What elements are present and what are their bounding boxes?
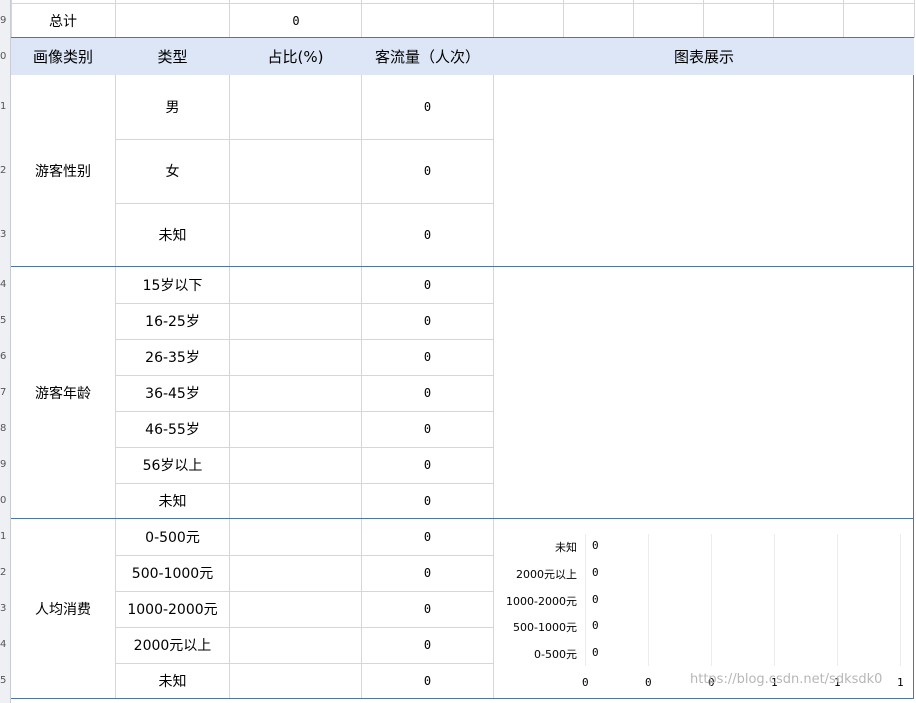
chart-axis-tick: 0 <box>645 676 652 689</box>
row-number[interactable]: 3 <box>0 229 10 241</box>
group-name: 人均消费 <box>35 601 91 618</box>
chart-category-label: 500-1000元 <box>513 621 577 634</box>
row-traffic[interactable]: 0 <box>362 627 493 663</box>
row-traffic[interactable]: 0 <box>362 663 493 699</box>
header-category: 画像类别 <box>32 48 93 66</box>
row-number[interactable]: 2 <box>0 567 10 579</box>
row-traffic[interactable]: 0 <box>362 75 493 139</box>
row-type: 500-1000元 <box>131 566 214 582</box>
grid-line <box>493 267 494 518</box>
row-type: 36-45岁 <box>145 386 200 402</box>
grid-line <box>703 0 704 38</box>
grid-line <box>633 0 634 38</box>
row-traffic[interactable]: 0 <box>362 339 493 375</box>
row-traffic[interactable]: 0 <box>362 267 493 303</box>
row-type: 2000元以上 <box>133 638 212 654</box>
row-number[interactable]: 1 <box>0 531 10 543</box>
row-type: 16-25岁 <box>145 314 200 330</box>
chart-value-label: 0 <box>592 593 599 606</box>
chart-gridline <box>837 534 838 666</box>
row-number[interactable]: 2 <box>0 165 10 177</box>
row-number[interactable]: 0 <box>0 495 10 507</box>
row-number[interactable]: 3 <box>0 603 10 615</box>
row-type: 未知 <box>158 228 187 244</box>
row-type: 未知 <box>158 494 187 510</box>
group-name: 游客年龄 <box>35 385 91 402</box>
row-type: 46-55岁 <box>145 422 200 438</box>
row-type: 56岁以上 <box>142 458 203 474</box>
chart-category-label: 未知 <box>555 541 577 554</box>
row-traffic[interactable]: 0 <box>362 447 493 483</box>
row-number[interactable]: 7 <box>0 387 10 399</box>
total-label: 总计 <box>49 14 77 30</box>
row-traffic[interactable]: 0 <box>362 375 493 411</box>
row-number[interactable]: 0 <box>0 51 10 63</box>
chart-category-label: 0-500元 <box>534 648 577 661</box>
row-number[interactable]: 4 <box>0 279 10 291</box>
grid-line <box>843 0 844 38</box>
chart-axis-tick: 0 <box>582 676 589 689</box>
chart-gridline <box>774 534 775 666</box>
header-chart: 图表展示 <box>673 48 734 66</box>
grid-line <box>493 75 494 266</box>
row-number[interactable]: 5 <box>0 675 10 687</box>
chart-category-label: 1000-2000元 <box>506 595 577 608</box>
chart-value-label: 0 <box>592 566 599 579</box>
row-type: 男 <box>165 100 180 116</box>
chart-category-label: 2000元以上 <box>516 568 577 581</box>
watermark: https://blog.csdn.net/sdksdk0 <box>690 672 883 687</box>
header-type: 类型 <box>157 48 188 66</box>
row-type: 未知 <box>158 674 187 690</box>
row-number[interactable]: 9 <box>0 459 10 471</box>
chart-axis-tick: 1 <box>897 676 904 689</box>
row-type: 1000-2000元 <box>127 602 218 618</box>
row-number[interactable]: 5 <box>0 315 10 327</box>
row-number[interactable]: 6 <box>0 351 10 363</box>
grid-line <box>11 3 914 4</box>
row-traffic[interactable]: 0 <box>362 591 493 627</box>
chart-gridline <box>648 534 649 666</box>
row-traffic[interactable]: 0 <box>362 203 493 267</box>
row-traffic[interactable]: 0 <box>362 411 493 447</box>
grid-line <box>773 0 774 38</box>
grid-line <box>115 0 116 38</box>
row-number[interactable]: 1 <box>0 101 10 113</box>
row-number-gutter: 9 0 1 2 3 4 5 6 7 8 9 0 1 2 3 4 5 <box>0 0 11 703</box>
chart-gridline <box>585 534 586 666</box>
chart-value-label: 0 <box>592 619 599 632</box>
grid-line <box>493 519 494 698</box>
total-value[interactable]: 0 <box>230 4 362 38</box>
group-name: 游客性别 <box>35 163 91 180</box>
row-number[interactable]: 4 <box>0 639 10 651</box>
row-traffic[interactable]: 0 <box>362 555 493 591</box>
row-traffic[interactable]: 0 <box>362 139 493 203</box>
grid-line <box>229 519 230 698</box>
row-type: 15岁以下 <box>142 278 203 294</box>
header-traffic: 客流量（人次） <box>374 48 480 66</box>
row-traffic[interactable]: 0 <box>362 519 493 555</box>
row-number[interactable]: 8 <box>0 423 10 435</box>
row-number[interactable]: 9 <box>0 15 10 27</box>
grid-line <box>493 0 494 38</box>
chart-gridline <box>711 534 712 666</box>
row-traffic[interactable]: 0 <box>362 483 493 519</box>
grid-line <box>563 0 564 38</box>
chart-value-label: 0 <box>592 646 599 659</box>
row-type: 26-35岁 <box>145 350 200 366</box>
row-traffic[interactable]: 0 <box>362 303 493 339</box>
header-ratio: 占比(%) <box>267 48 324 66</box>
chart-value-label: 0 <box>592 539 599 552</box>
grid-line <box>229 75 230 266</box>
chart-gridline <box>900 534 901 666</box>
row-type: 女 <box>165 164 180 180</box>
grid-line <box>914 0 915 38</box>
grid-line <box>229 267 230 518</box>
row-type: 0-500元 <box>145 530 200 546</box>
